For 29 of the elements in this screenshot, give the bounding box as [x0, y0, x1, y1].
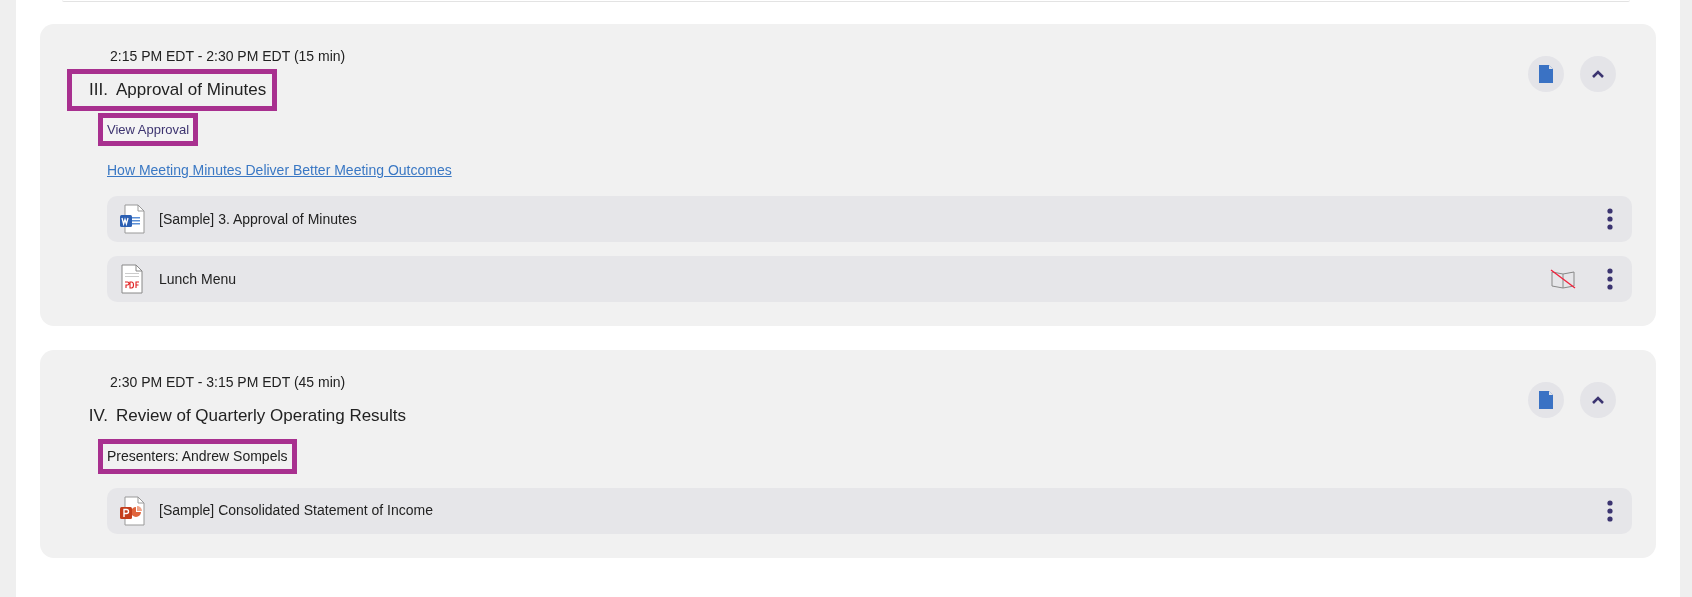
view-approval-button[interactable]: View Approval — [98, 112, 199, 146]
more-options-icon[interactable] — [1606, 499, 1614, 522]
collapse-button[interactable] — [1580, 56, 1616, 92]
file-name: [Sample] Consolidated Statement of Income — [159, 501, 434, 520]
time-range: 2:15 PM EDT - 2:30 PM EDT (15 min) — [110, 47, 346, 66]
file-name: [Sample] 3. Approval of Minutes — [159, 209, 358, 229]
file-row[interactable]: [Sample] Consolidated Statement of Income — [107, 487, 1632, 534]
presenters-label: Presenters: Andrew Sompels — [98, 438, 297, 474]
document-icon — [1539, 65, 1553, 83]
item-number: III. — [88, 79, 108, 101]
word-document-icon — [119, 204, 145, 234]
file-row[interactable]: [Sample] 3. Approval of Minutes — [107, 196, 1632, 242]
more-options-icon[interactable] — [1606, 268, 1614, 290]
item-title: Approval of Minutes — [116, 79, 267, 101]
presentation-document-icon — [119, 495, 145, 526]
file-row[interactable]: Lunch Menu — [107, 256, 1632, 302]
article-link[interactable]: How Meeting Minutes Deliver Better Meeting Outcomes — [107, 160, 452, 181]
chevron-icon — [1591, 69, 1605, 79]
pdf-document-icon — [119, 264, 145, 294]
item-title: Review of Quarterly Operating Results — [116, 405, 407, 427]
more-options-icon[interactable] — [1606, 208, 1614, 230]
item-number: IV. — [87, 405, 108, 427]
document-button[interactable] — [1528, 56, 1564, 92]
document-button[interactable] — [1528, 382, 1564, 418]
chevron-icon — [1591, 395, 1605, 405]
document-icon — [1539, 391, 1553, 409]
time-range: 2:30 PM EDT - 3:15 PM EDT (45 min) — [110, 373, 347, 392]
file-name: Lunch Menu — [159, 269, 238, 289]
collapse-button[interactable] — [1580, 382, 1616, 418]
